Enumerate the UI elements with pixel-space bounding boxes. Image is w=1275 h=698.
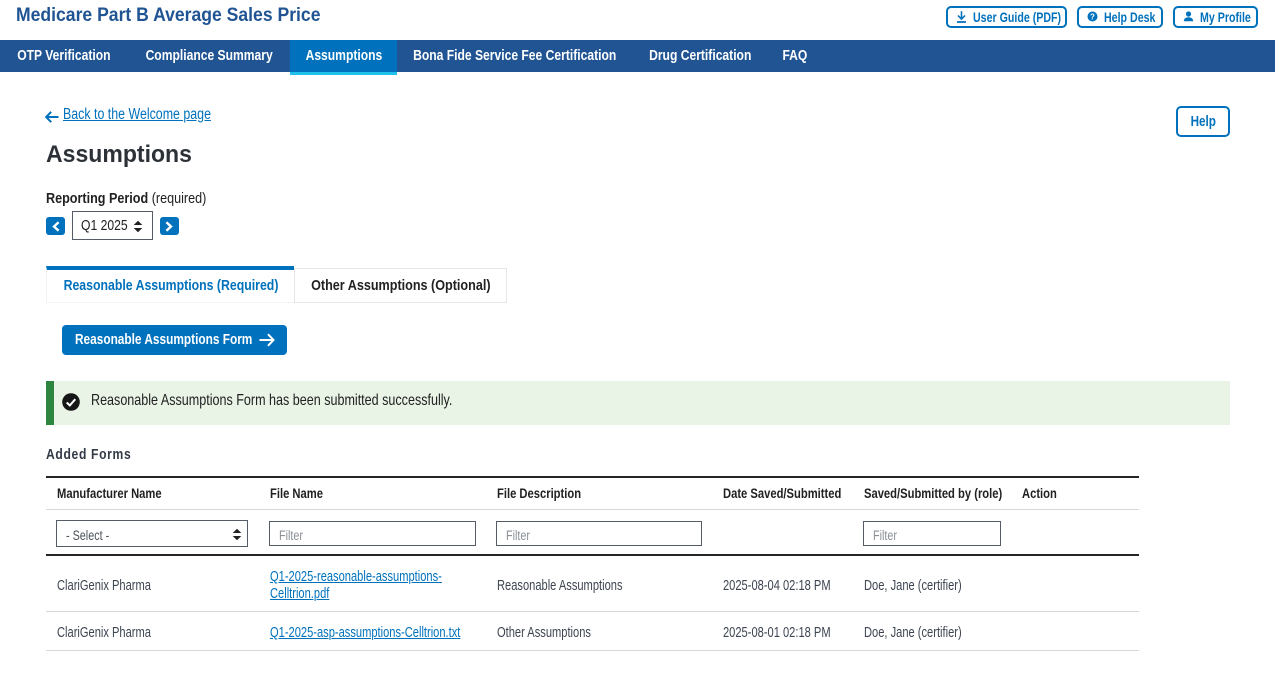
svg-text:?: ? xyxy=(1090,12,1095,21)
